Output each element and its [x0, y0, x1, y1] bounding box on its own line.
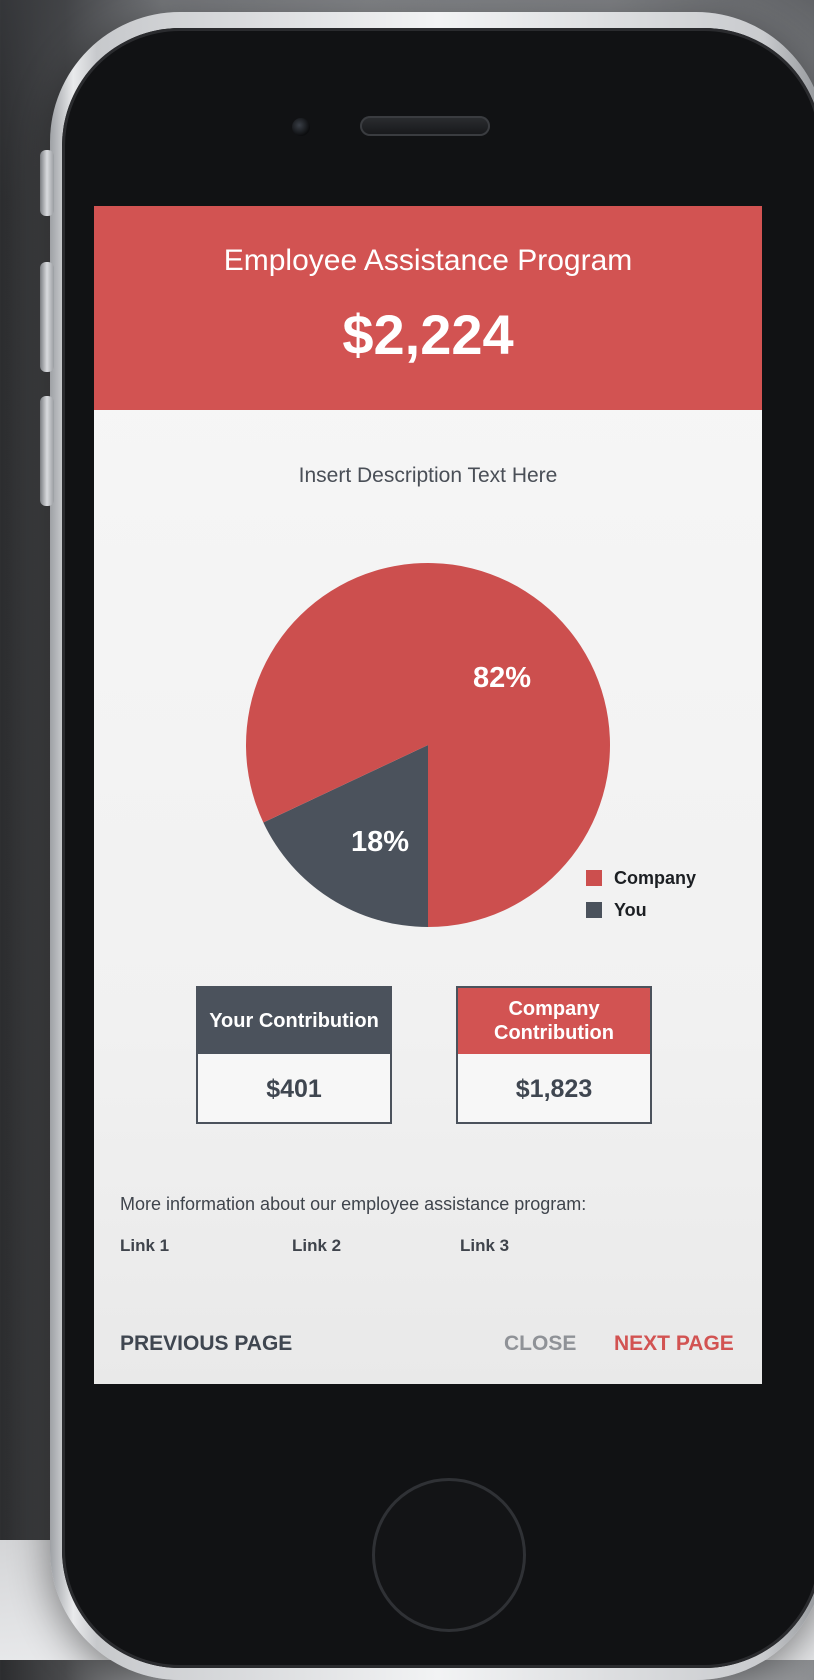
- pie-chart: 82% 18%: [246, 563, 610, 927]
- front-camera: [292, 118, 310, 136]
- home-button[interactable]: [372, 1478, 526, 1632]
- company-contribution-value: $1,823: [515, 1074, 593, 1103]
- total-amount: $2,224: [342, 303, 514, 366]
- app-screen: Employee Assistance Program $2,224 Inser…: [94, 206, 762, 1384]
- legend-label-you: You: [614, 899, 647, 920]
- pie-label-you: 18%: [351, 826, 409, 858]
- legend-swatch-you: [586, 902, 602, 918]
- close-button[interactable]: CLOSE: [504, 1332, 576, 1356]
- mute-switch: [40, 150, 54, 216]
- chart-legend: Company You: [586, 862, 696, 926]
- link-3[interactable]: Link 3: [460, 1236, 509, 1256]
- your-contribution-title: Your Contribution: [198, 988, 390, 1054]
- pie-label-company: 82%: [473, 662, 531, 694]
- legend-label-company: Company: [614, 867, 697, 888]
- company-contribution-title: Company Contribution: [458, 988, 650, 1054]
- header-banner: Employee Assistance Program $2,224: [94, 206, 762, 410]
- legend-swatch-company: [586, 870, 602, 886]
- legend-item-you: You: [586, 894, 696, 926]
- your-contribution-card: Your Contribution $401: [196, 986, 392, 1124]
- volume-up-button: [40, 262, 54, 372]
- page-title: Employee Assistance Program: [223, 244, 633, 277]
- next-page-button[interactable]: NEXT PAGE: [614, 1332, 734, 1356]
- more-info-text: More information about our employee assi…: [120, 1194, 587, 1214]
- link-1[interactable]: Link 1: [120, 1236, 169, 1256]
- earpiece-speaker: [360, 116, 490, 136]
- link-2[interactable]: Link 2: [292, 1236, 341, 1256]
- volume-down-button: [40, 396, 54, 506]
- legend-item-company: Company: [586, 862, 696, 894]
- previous-page-button[interactable]: PREVIOUS PAGE: [120, 1332, 292, 1356]
- your-contribution-value: $401: [266, 1074, 322, 1103]
- company-contribution-card: Company Contribution $1,823: [456, 986, 652, 1124]
- description-text: Insert Description Text Here: [298, 464, 558, 487]
